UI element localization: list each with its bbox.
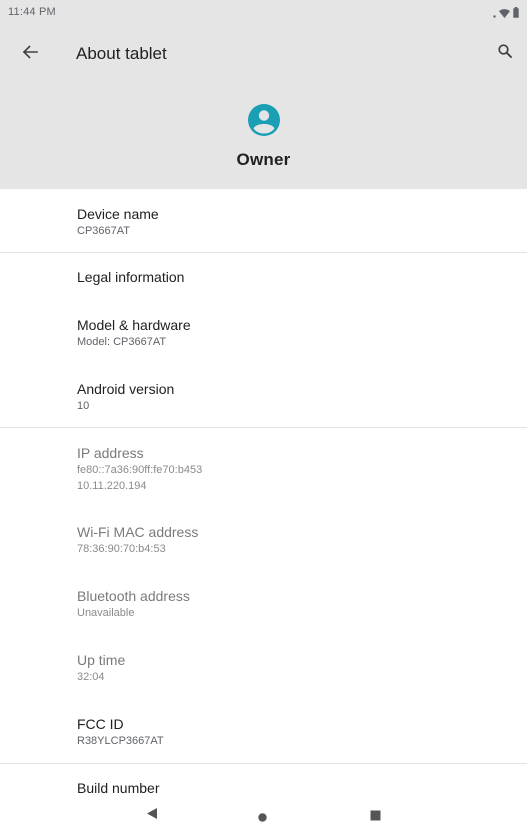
legal-information-title: Legal information [77, 269, 185, 285]
legal-information-item[interactable]: Legal information [0, 268, 527, 286]
wifi-mac-value: 78:36:90:70:b4:53 [77, 543, 166, 555]
divider [0, 427, 527, 428]
device-name-item[interactable]: Device name CP3667AT [0, 205, 527, 239]
fcc-id-title: FCC ID [77, 716, 124, 732]
build-number-item[interactable]: Build number [0, 779, 527, 797]
build-number-title: Build number [77, 780, 160, 796]
wifi-mac-item: Wi-Fi MAC address 78:36:90:70:b4:53 [0, 523, 527, 557]
battery-icon [513, 5, 519, 23]
ip-address-item: IP address fe80::7a36:90ff:fe70:b453 10.… [0, 444, 527, 494]
account-circle-icon [244, 100, 284, 140]
status-time: 11:44 PM [8, 6, 56, 18]
status-bar: 11:44 PM [0, 0, 527, 24]
bluetooth-address-title: Bluetooth address [77, 588, 190, 604]
device-name-value: CP3667AT [77, 225, 130, 237]
bluetooth-address-item: Bluetooth address Unavailable [0, 587, 527, 621]
up-time-title: Up time [77, 652, 126, 668]
header-area: 11:44 PM About tablet Owner [0, 0, 527, 189]
dot-icon [493, 5, 496, 23]
fcc-id-value: R38YLCP3667AT [77, 735, 164, 747]
android-version-title: Android version [77, 381, 175, 397]
ip-address-ipv4: 10.11.220.194 [77, 480, 147, 492]
search-button[interactable] [489, 37, 521, 69]
arrow-left-icon [22, 44, 38, 64]
ip-address-ipv6: fe80::7a36:90ff:fe70:b453 [77, 464, 203, 476]
status-icons [493, 5, 519, 23]
nav-recents-button[interactable] [370, 808, 381, 825]
model-hardware-title: Model & hardware [77, 317, 191, 333]
android-version-value: 10 [77, 400, 90, 412]
owner-name: Owner [236, 150, 291, 169]
page-title: About tablet [76, 44, 167, 63]
search-icon [498, 43, 512, 63]
android-version-item[interactable]: Android version 10 [0, 380, 527, 414]
bluetooth-address-value: Unavailable [77, 607, 135, 619]
divider [0, 763, 527, 764]
up-time-value: 32:04 [77, 671, 105, 683]
back-button[interactable] [14, 38, 46, 70]
navigation-bar [0, 801, 527, 825]
square-recents-icon [370, 808, 381, 825]
up-time-item: Up time 32:04 [0, 651, 527, 685]
wifi-mac-title: Wi-Fi MAC address [77, 524, 199, 540]
model-hardware-item[interactable]: Model & hardware Model: CP3667AT [0, 316, 527, 350]
nav-home-button[interactable] [258, 809, 267, 825]
ip-address-title: IP address [77, 445, 144, 461]
nav-back-button[interactable] [146, 807, 158, 825]
device-name-title: Device name [77, 206, 159, 222]
wifi-icon [499, 5, 510, 23]
fcc-id-item[interactable]: FCC ID R38YLCP3667AT [0, 715, 527, 749]
circle-home-icon [258, 809, 267, 825]
divider [0, 252, 527, 253]
triangle-back-icon [146, 807, 158, 825]
owner-profile[interactable]: Owner [0, 100, 527, 170]
toolbar: About tablet [0, 24, 527, 84]
model-hardware-value: Model: CP3667AT [77, 336, 167, 348]
